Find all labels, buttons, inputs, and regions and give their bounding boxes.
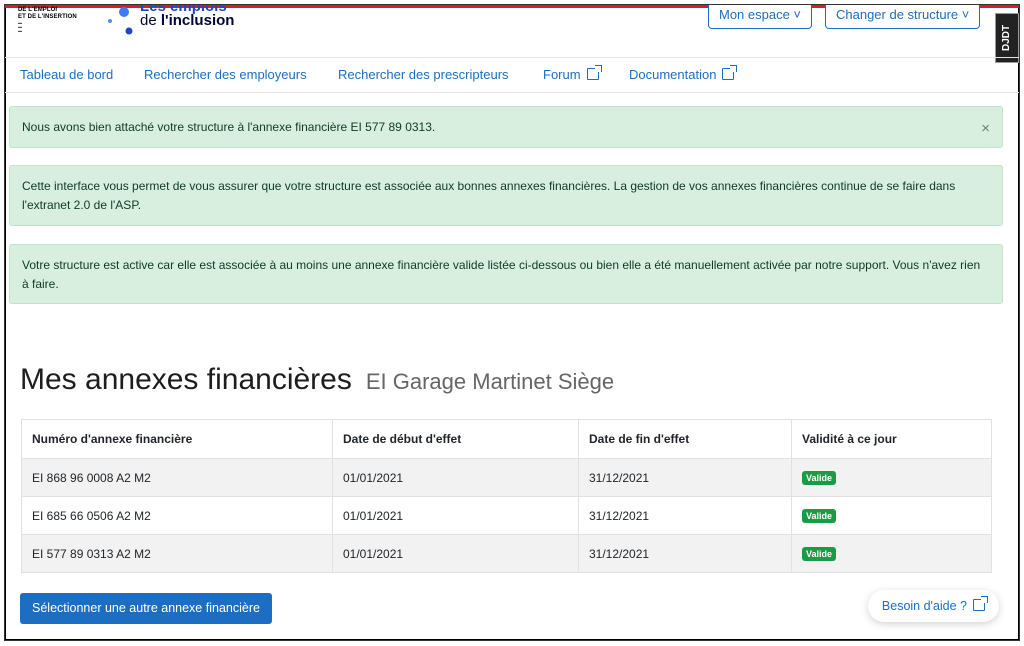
success-alert: Nous avons bien attaché votre structure … [9,106,1003,148]
gov-logo-line-1: DE L'EMPLOI [18,7,58,13]
site-logo[interactable]: Les emplois de l'inclusion [140,5,234,29]
cell-fin: 31/12/2021 [578,458,792,497]
nav-label: Rechercher des employeurs [144,67,307,82]
table-header-row: Numéro d'annexe financière Date de début… [21,419,992,459]
cell-fin: 31/12/2021 [578,496,792,535]
cell-fin: 31/12/2021 [578,534,792,573]
debug-toolbar-handle[interactable]: DJDT [995,13,1019,63]
table-row: EI 685 66 0506 A2 M2 01/01/2021 31/12/20… [21,496,992,535]
external-link-icon [586,65,602,80]
status-badge: Valide [802,509,837,523]
nav-label: Forum [543,67,581,82]
table-row: EI 577 89 0313 A2 M2 01/01/2021 31/12/20… [21,534,992,573]
page-title: Mes annexes financières EI Garage Martine… [20,363,614,397]
cell-validite: Valide [791,458,992,497]
main-nav: Tableau de bord Rechercher des employeur… [5,57,1019,93]
close-icon[interactable]: × [981,119,990,138]
cell-debut: 01/01/2021 [332,496,579,535]
column-header-numero: Numéro d'annexe financière [21,419,333,459]
page-title-text: Mes annexes financières [20,363,352,396]
cell-numero: EI 868 96 0008 A2 M2 [21,458,333,497]
nav-forum[interactable]: Forum [543,65,602,82]
gov-logo[interactable]: DE L'EMPLOI ET DE L'INSERTION ▬ ▬ ▬ [18,7,93,33]
cell-debut: 01/01/2021 [332,534,579,573]
column-header-debut: Date de début d'effet [332,419,579,459]
nav-rechercher-employeurs[interactable]: Rechercher des employeurs [144,67,307,82]
nav-label: Rechercher des prescripteurs [338,67,509,82]
cell-debut: 01/01/2021 [332,458,579,497]
nav-rechercher-prescripteurs[interactable]: Rechercher des prescripteurs [338,67,509,82]
info-alert-active: Votre structure est active car elle est … [9,244,1003,304]
cell-validite: Valide [791,496,992,535]
cell-validite: Valide [791,534,992,573]
status-badge: Valide [802,547,837,561]
gov-logo-motto: ▬ ▬ ▬ [18,20,23,33]
nav-tableau-de-bord[interactable]: Tableau de bord [20,67,113,82]
brand-line-2: de l'inclusion [140,13,234,29]
info-alert-extranet: Cette interface vous permet de vous assu… [9,165,1003,226]
info-alert-active-text: Votre structure est active car elle est … [22,258,981,291]
select-other-annex-button[interactable]: Sélectionner une autre annexe financière [20,593,272,624]
structure-name: EI Garage Martinet Siège [365,369,615,394]
table-row: EI 868 96 0008 A2 M2 01/01/2021 31/12/20… [21,458,992,497]
success-alert-text: Nous avons bien attaché votre structure … [22,120,436,134]
cell-numero: EI 577 89 0313 A2 M2 [21,534,333,573]
external-link-icon [973,596,988,611]
annexes-table: Numéro d'annexe financière Date de début… [21,419,992,573]
external-link-icon [722,65,738,80]
mon-espace-dropdown[interactable]: Mon espace ˅ [708,5,813,29]
status-badge: Valide [802,471,837,485]
column-header-validite: Validité à ce jour [791,419,992,459]
cell-numero: EI 685 66 0506 A2 M2 [21,496,333,535]
site-header: DE L'EMPLOI ET DE L'INSERTION ▬ ▬ ▬ Les em… [5,5,1019,63]
nav-label: Tableau de bord [20,67,114,82]
column-header-fin: Date de fin d'effet [578,419,792,459]
nav-documentation[interactable]: Documentation [629,65,738,82]
gov-logo-line-2: ET DE L'INSERTION [18,14,77,20]
brand-main: l'inclusion [160,12,235,29]
browser-viewport: DE L'EMPLOI ET DE L'INSERTION ▬ ▬ ▬ Les em… [4,4,1020,641]
help-button[interactable]: Besoin d'aide ? [867,590,999,622]
help-label: Besoin d'aide ? [881,599,967,613]
brand-dots-icon [108,7,133,35]
nav-label: Documentation [629,67,717,82]
brand-prefix: de [140,12,157,29]
info-alert-extranet-text: Cette interface vous permet de vous assu… [22,179,956,212]
changer-structure-dropdown[interactable]: Changer de structure ˅ [825,5,981,29]
